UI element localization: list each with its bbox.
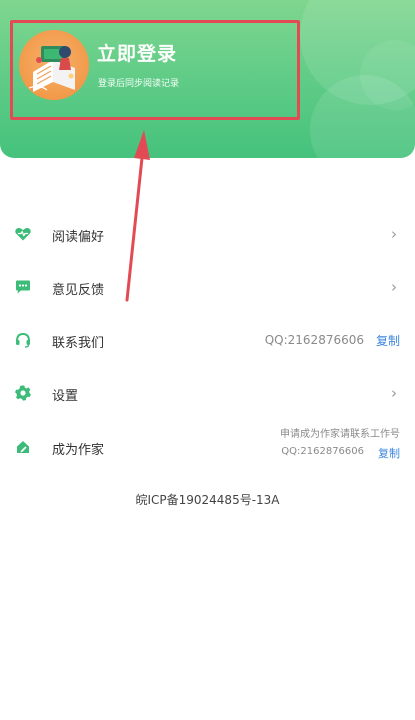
menu-item-label: 设置 (52, 389, 79, 404)
contact-qq-text: QQ:2162876606 (264, 333, 364, 347)
menu-item-settings[interactable]: 设置 › (0, 374, 415, 414)
login-title[interactable]: 立即登录 (97, 39, 177, 66)
chevron-right-icon: › (391, 384, 397, 402)
menu-item-contact: 联系我们 QQ:2162876606 复制 (0, 321, 415, 361)
copy-qq-button[interactable]: 复制 (376, 332, 400, 349)
avatar[interactable] (19, 30, 89, 100)
menu-item-become-writer: 成为作家 申请成为作家请联系工作号 QQ:2162876606 复制 (0, 428, 415, 468)
menu-item-label: 成为作家 (52, 443, 105, 458)
writer-qq-text: QQ:2162876606 (281, 446, 364, 457)
login-button[interactable]: 立即登录 登录后同步阅读记录 (10, 20, 300, 120)
headset-icon (14, 331, 32, 349)
pen-icon (14, 438, 32, 456)
profile-header: 立即登录 登录后同步阅读记录 (0, 0, 415, 158)
profile-page: 立即登录 登录后同步阅读记录 阅读偏好 › 意见反馈 › 联系我们 QQ:216… (0, 0, 415, 720)
icp-license: 皖ICP备19024485号-13A (135, 493, 280, 507)
writer-apply-note: 申请成为作家请联系工作号 (280, 429, 400, 440)
menu-item-reading-preference[interactable]: 阅读偏好 › (0, 215, 415, 255)
login-subtitle: 登录后同步阅读记录 (98, 79, 180, 89)
menu-item-label: 联系我们 (52, 336, 105, 351)
chevron-right-icon: › (391, 225, 397, 243)
menu-item-label: 意见反馈 (52, 283, 105, 298)
menu-item-feedback[interactable]: 意见反馈 › (0, 268, 415, 308)
chat-icon (14, 278, 32, 296)
chevron-right-icon: › (391, 278, 397, 296)
menu-item-label: 阅读偏好 (52, 230, 105, 245)
heart-icon (14, 225, 32, 243)
copy-writer-qq-button[interactable]: 复制 (378, 445, 400, 461)
reading-illustration-icon (28, 46, 75, 92)
gear-icon (14, 384, 32, 402)
